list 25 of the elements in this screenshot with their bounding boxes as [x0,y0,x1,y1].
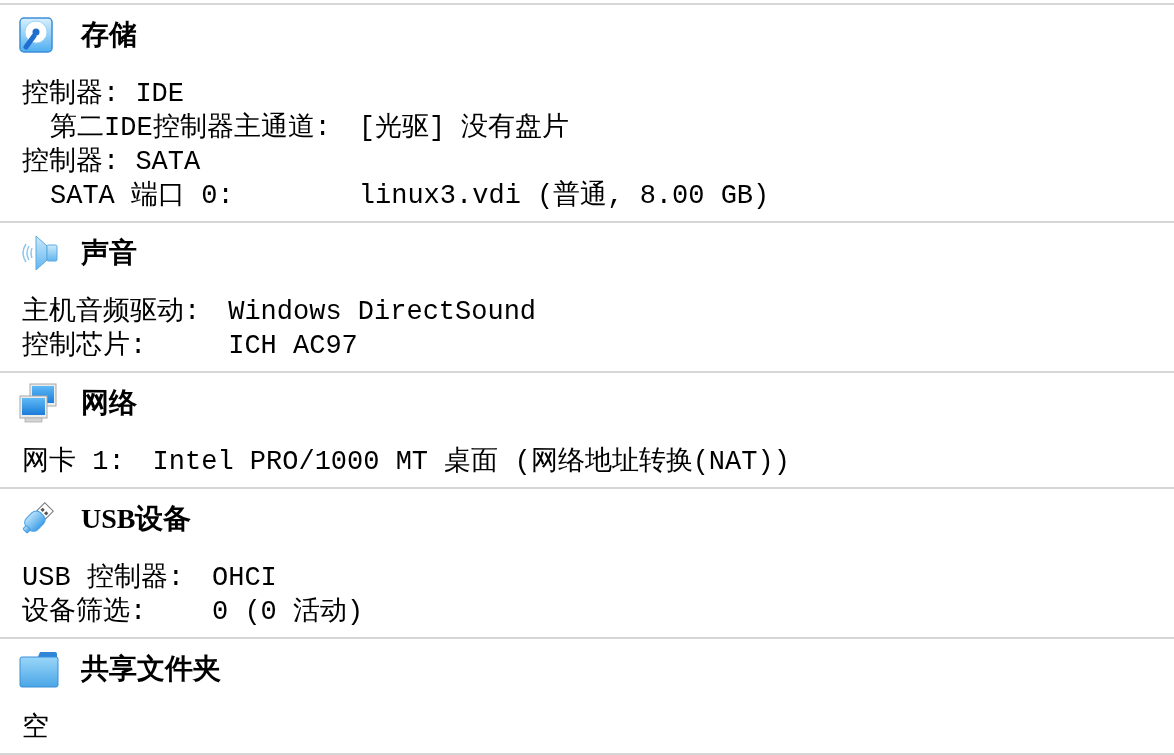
section-title: 存储 [81,18,137,52]
folder-icon [19,650,59,688]
detail-label: 主机音频驱动: [22,295,201,329]
detail-label: SATA 端口 0: [49,180,234,213]
speaker-icon [19,233,59,273]
detail-value: Windows DirectSound [228,296,537,329]
detail-label: USB 控制器: [22,562,184,595]
section-title: 声音 [81,236,137,270]
controller-label: 控制器: SATA [22,146,201,179]
detail-label: 网卡 1: [22,445,125,479]
detail-value: Intel PRO/1000 MT 桌面 (网络地址转换(NAT)) [152,445,790,479]
detail-value: OHCI [212,562,277,595]
detail-value: ICH AC97 [228,330,358,363]
section-title: 共享文件夹 [81,652,221,686]
detail-label: 第二IDE控制器主通道: [49,111,331,145]
controller-label: 控制器: IDE [22,78,184,111]
detail-label: 控制芯片: [22,330,147,363]
section-title: 网络 [81,386,137,420]
detail-value: [光驱] 没有盘片 [358,112,570,145]
detail-value: linux3.vdi (普通, 8.00 GB) [358,179,770,213]
section-title: USB设备 [81,502,192,536]
monitors-icon [19,383,57,423]
detail-value: 0 (0 活动) [212,596,364,629]
detail-label: 设备筛选: [22,596,147,629]
detail-text: 空 [22,711,49,745]
